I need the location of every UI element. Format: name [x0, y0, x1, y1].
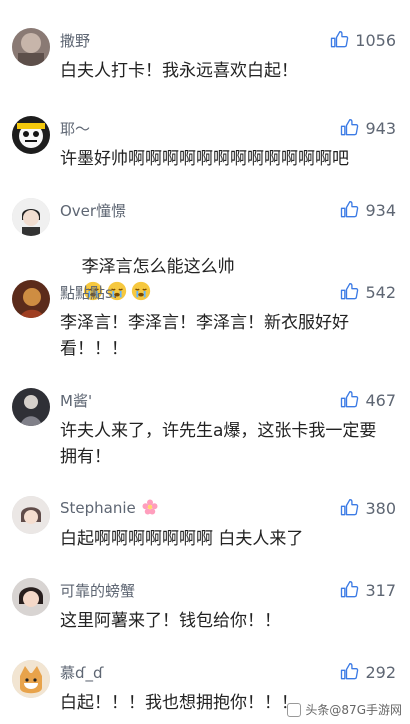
comment-text: 许夫人来了，许先生a爆，这张卡我一定要拥有！ [60, 421, 377, 467]
like-button[interactable]: 317 [339, 580, 396, 600]
thumbs-up-icon [341, 663, 359, 680]
comment-text: 白起啊啊啊啊啊啊啊 白夫人来了 [60, 529, 304, 549]
avatar[interactable] [12, 198, 50, 236]
like-count: 943 [365, 118, 396, 138]
like-count: 934 [365, 200, 396, 220]
like-button[interactable]: 934 [339, 200, 396, 220]
username[interactable]: M酱' [60, 390, 92, 411]
comment-text-content: 李泽言怎么能这么帅 [81, 257, 235, 277]
comment-text: 李泽言！李泽言！李泽言！新衣服好好看！！！ [60, 313, 349, 359]
username[interactable]: Stephanie [60, 498, 159, 517]
watermark-text: 头条@87G手游网 [305, 703, 402, 717]
like-button[interactable]: 380 [339, 498, 396, 518]
avatar[interactable] [12, 280, 50, 318]
like-count: 542 [365, 282, 396, 302]
like-count: 467 [365, 390, 396, 410]
thumbs-up-icon [341, 119, 359, 136]
like-button[interactable]: 542 [339, 282, 396, 302]
username[interactable]: 慕ɗ_ɗ [60, 662, 103, 683]
like-button[interactable]: 943 [339, 118, 396, 138]
like-count: 1056 [355, 30, 396, 50]
thumbs-up-icon [341, 581, 359, 598]
username[interactable]: 點點點s. [60, 282, 118, 303]
like-button[interactable]: 1056 [329, 30, 396, 50]
like-count: 380 [365, 498, 396, 518]
like-count: 292 [365, 662, 396, 682]
username-text: Stephanie [60, 499, 136, 517]
comment-text: 这里阿薯来了！钱包给你！！ [60, 611, 281, 631]
comment-text: 白夫人打卡！我永远喜欢白起！ [60, 61, 298, 81]
watermark: 头条@87G手游网 [287, 701, 402, 718]
like-count: 317 [365, 580, 396, 600]
thumbs-up-icon [331, 31, 349, 48]
avatar[interactable] [12, 496, 50, 534]
flower-icon [142, 499, 158, 515]
avatar[interactable] [12, 388, 50, 426]
thumbs-up-icon [341, 201, 359, 218]
like-button[interactable]: 292 [339, 662, 396, 682]
avatar[interactable] [12, 116, 50, 154]
thumbs-up-icon [341, 499, 359, 516]
like-button[interactable]: 467 [339, 390, 396, 410]
avatar[interactable] [12, 578, 50, 616]
username[interactable]: Over憧憬 [60, 200, 126, 221]
username[interactable]: 撒野 [60, 30, 90, 51]
thumbs-up-icon [341, 283, 359, 300]
username[interactable]: 可靠的螃蟹 [60, 580, 135, 601]
brand-icon [287, 702, 302, 717]
avatar[interactable] [12, 660, 50, 698]
comment-text: 许墨好帅啊啊啊啊啊啊啊啊啊啊啊啊吧 [60, 149, 349, 169]
avatar[interactable] [12, 28, 50, 66]
username[interactable]: 耶～ [60, 118, 90, 139]
crying-face-icon [131, 281, 150, 301]
thumbs-up-icon [341, 391, 359, 408]
